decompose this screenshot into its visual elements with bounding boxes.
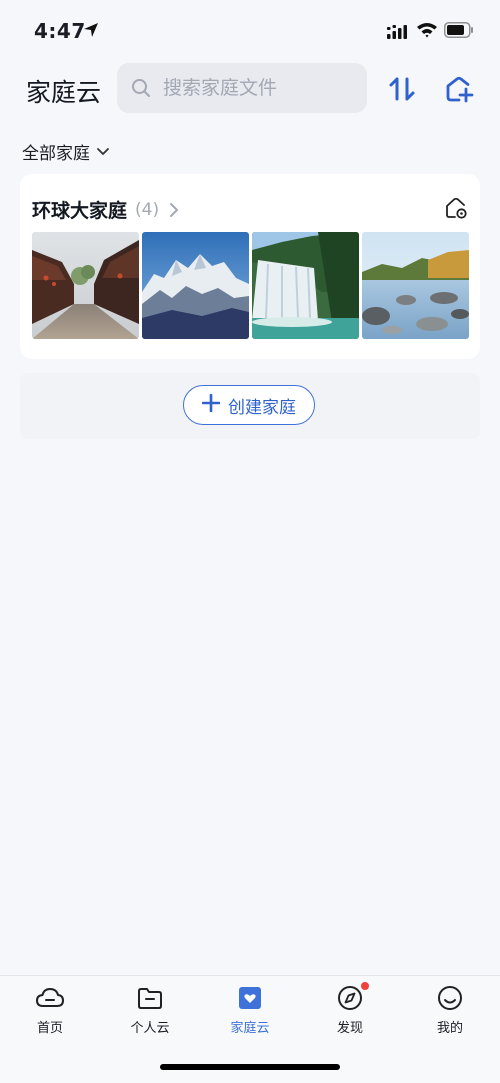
tab-me-label: 我的 xyxy=(436,1021,463,1036)
tab-personal-cloud[interactable]: 个人云 xyxy=(100,984,200,1040)
header: 家庭云 xyxy=(0,62,500,116)
add-family-icon[interactable] xyxy=(444,74,474,104)
cloud-home-icon xyxy=(35,987,65,1007)
wifi-icon xyxy=(416,21,438,43)
tab-personal-cloud-label: 个人云 xyxy=(130,1021,170,1036)
search-icon xyxy=(131,78,151,98)
family-card[interactable]: 环球大家庭 (4) xyxy=(20,174,480,359)
search-input[interactable] xyxy=(161,76,355,100)
family-photo-strip xyxy=(32,232,469,339)
family-name: 环球大家庭 xyxy=(32,200,128,222)
tab-discover-label: 发现 xyxy=(336,1021,363,1036)
photo-thumbnail-lake-rocks[interactable] xyxy=(362,232,469,339)
status-bar: 4:47 xyxy=(0,0,500,62)
tab-discover[interactable]: 发现 xyxy=(300,982,400,1040)
location-arrow-icon xyxy=(83,22,99,42)
family-filter-label: 全部家庭 xyxy=(22,144,90,164)
page-title: 家庭云 xyxy=(26,78,102,107)
tab-me[interactable]: 我的 xyxy=(400,984,500,1040)
photo-thumbnail-waterfall[interactable] xyxy=(252,232,359,339)
smiley-icon xyxy=(438,986,462,1010)
family-name-row[interactable]: 环球大家庭 (4) xyxy=(32,196,179,223)
home-indicator xyxy=(160,1064,340,1070)
photo-thumbnail-old-town-street[interactable] xyxy=(32,232,139,339)
battery-icon xyxy=(444,22,474,42)
cellular-signal-icon xyxy=(387,24,409,43)
family-photo-count: (4) xyxy=(135,199,160,220)
photo-thumbnail-snow-mountain[interactable] xyxy=(142,232,249,339)
create-family-area: 创建家庭 xyxy=(20,373,480,439)
chevron-down-icon xyxy=(96,142,110,161)
search-bar[interactable] xyxy=(117,63,367,113)
tab-family-cloud-label: 家庭云 xyxy=(230,1021,270,1036)
plus-icon xyxy=(201,393,221,417)
create-family-label: 创建家庭 xyxy=(228,397,296,418)
heart-box-icon xyxy=(239,987,261,1009)
folder-icon xyxy=(138,988,162,1009)
family-settings-icon[interactable] xyxy=(444,196,468,220)
tab-home-label: 首页 xyxy=(36,1021,63,1036)
tab-home[interactable]: 首页 xyxy=(0,984,100,1040)
family-filter-dropdown[interactable]: 全部家庭 xyxy=(22,139,110,164)
notification-dot xyxy=(361,982,369,990)
tab-family-cloud[interactable]: 家庭云 xyxy=(200,984,300,1040)
status-time: 4:47 xyxy=(34,19,86,43)
compass-icon xyxy=(338,986,362,1010)
create-family-button[interactable]: 创建家庭 xyxy=(183,385,315,425)
chevron-right-icon xyxy=(169,202,179,218)
sort-button[interactable] xyxy=(387,74,417,104)
